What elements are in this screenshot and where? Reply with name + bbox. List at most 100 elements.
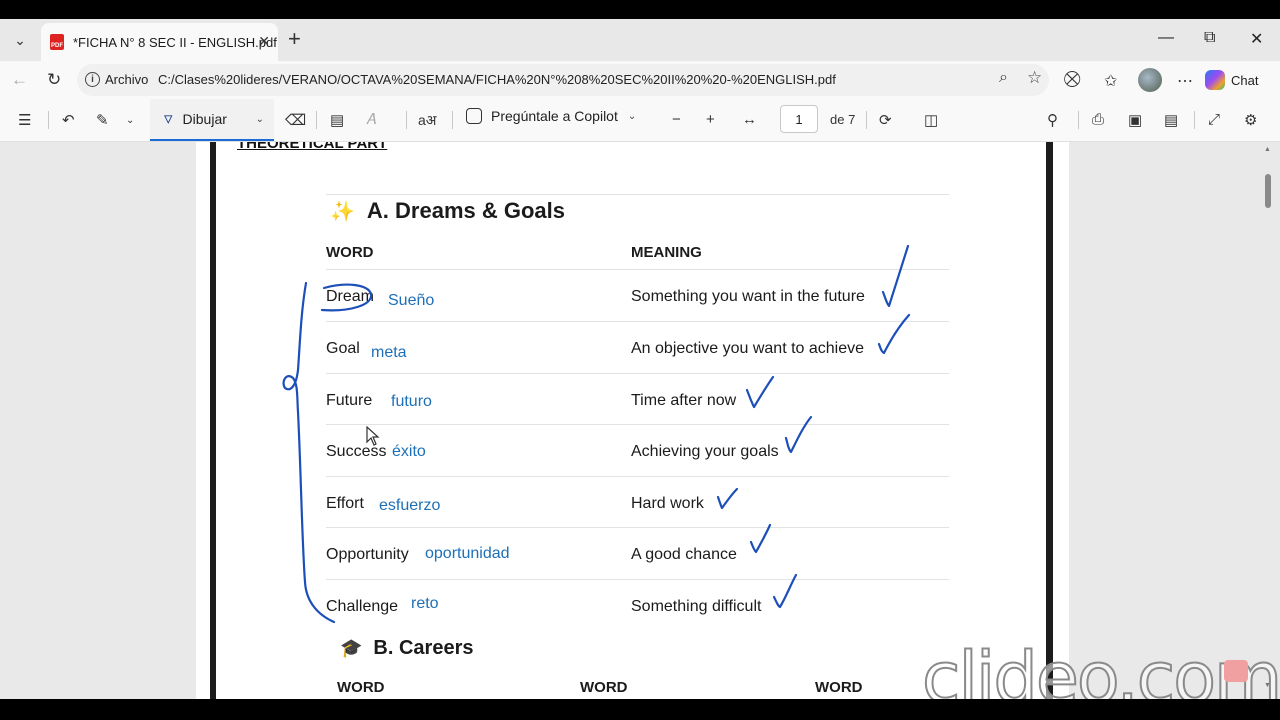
divider [866,111,867,129]
text-box-icon[interactable]: ▤ [330,111,344,129]
text-format-icon[interactable]: 𝐴 [366,111,376,128]
copilot-chat-button[interactable]: Chat [1205,66,1258,94]
mouse-cursor-icon [366,426,380,446]
zoom-icon[interactable]: ⌕ [999,69,1008,87]
tab-title: *FICHA N° 8 SEC II - ENGLISH.pdf [73,34,277,50]
row-meaning: Hard work [631,495,704,512]
close-window-icon[interactable]: ✕ [1250,29,1263,49]
tab-actions-chevron-icon[interactable]: ⌄ [6,26,34,54]
fullscreen-icon[interactable]: ⤢ [1208,111,1220,128]
divider [326,321,949,322]
vertical-scrollbar[interactable]: ▲ ▼ [1262,142,1274,699]
scrollbar-thumb[interactable] [1265,174,1271,208]
highlight-icon[interactable]: ✎ [96,111,109,129]
draw-button[interactable]: ▿ Dibujar ⌄ [150,99,274,141]
scroll-down-icon[interactable]: ▼ [1264,682,1271,689]
address-bar: ← ↻ i Archivo C:/Clases%20lideres/VERANO… [0,61,1280,99]
copilot-chevron-icon[interactable]: ⌄ [628,111,636,122]
restore-icon[interactable]: ⧉ [1204,29,1215,47]
row-meaning: Time after now [631,392,737,409]
pdf-icon: PDF [50,34,64,50]
zoom-in-icon[interactable]: + [706,111,715,128]
extensions-icon[interactable]: ⛒ [1064,71,1080,89]
tab-active[interactable]: PDF *FICHA N° 8 SEC II - ENGLISH.pdf ✕ [41,23,278,61]
new-tab-icon[interactable]: + [288,28,301,50]
profile-avatar[interactable] [1138,68,1162,92]
row-word: Opportunity [326,546,409,563]
fit-width-icon[interactable]: ↔ [742,111,757,128]
column-header-word: WORD [337,679,385,696]
row-meaning: A good chance [631,546,737,563]
pdf-toolbar: ☰ ↶ ✎ ⌄ ▿ Dibujar ⌄ ⌫ ▤ 𝐴 aअ Pregúntale … [0,99,1280,142]
print-icon[interactable]: ⎙ [1092,111,1104,128]
eraser-icon[interactable]: ⌫ [285,111,306,129]
page-count: de 7 [830,112,856,127]
back-icon[interactable]: ← [11,70,28,90]
divider [452,111,453,129]
divider [326,424,949,425]
row-word: Challenge [326,598,399,615]
divider [406,111,407,129]
divider [326,373,949,374]
divider [326,476,949,477]
column-header-meaning: MEANING [631,244,702,261]
divider [1078,111,1079,129]
refresh-icon[interactable]: ↻ [47,70,61,90]
draw-chevron-icon[interactable]: ⌄ [256,114,264,125]
ask-copilot-button[interactable]: Pregúntale a Copilot ⌄ [466,108,636,124]
translate-icon[interactable]: aअ [418,111,436,130]
draw-label: Dibujar [182,111,227,127]
chat-label: Chat [1231,72,1259,88]
ask-copilot-label: Pregúntale a Copilot [491,108,618,124]
contents-list-icon[interactable]: ☰ [18,111,31,129]
tab-strip: ⌄ PDF *FICHA N° 8 SEC II - ENGLISH.pdf ✕… [0,19,1280,61]
row-translation: oportunidad [425,545,510,562]
sparkles-icon: ✨ [330,200,355,223]
divider [326,194,949,195]
copilot-icon [1205,70,1225,90]
omnibox[interactable]: i Archivo C:/Clases%20lideres/VERANO/OCT… [77,64,1049,96]
section-a-title: A. Dreams & Goals [366,198,565,223]
section-b-title: B. Careers [373,637,474,659]
url-text[interactable]: C:/Clases%20lideres/VERANO/OCTAVA%20SEMA… [158,72,836,87]
column-header-word: WORD [580,679,628,696]
favorites-icon[interactable]: ✩ [1104,71,1117,91]
scroll-up-icon[interactable]: ▲ [1264,146,1271,153]
more-menu-icon[interactable]: ⋯ [1177,71,1193,91]
close-tab-icon[interactable]: ✕ [258,33,270,50]
page-view-icon[interactable]: ◫ [924,111,938,129]
highlight-chevron-icon[interactable]: ⌄ [126,115,134,126]
row-word: Dream [326,288,375,305]
zoom-out-icon[interactable]: − [672,111,681,128]
row-translation: reto [411,595,439,612]
undo-icon[interactable]: ↶ [62,111,75,129]
row-meaning: Something difficult [631,598,762,615]
search-icon[interactable]: ⚲ [1047,111,1058,129]
row-translation: futuro [391,393,432,410]
row-translation: esfuerzo [379,497,441,514]
divider [48,111,49,129]
row-word: Future [326,392,373,409]
save-as-icon[interactable]: ▤ [1164,111,1178,129]
save-icon[interactable]: ▣ [1128,111,1142,129]
graduation-cap-icon: 🎓 [340,638,363,658]
row-translation: meta [371,344,407,361]
divider [316,111,317,129]
page-content: THEORETICAL PART ✨ A. Dreams & Goals WOR… [0,142,1280,699]
row-meaning: Achieving your goals [631,443,779,460]
pdf-viewer[interactable]: THEORETICAL PART ✨ A. Dreams & Goals WOR… [0,142,1280,699]
favorite-star-icon[interactable]: ☆ [1027,68,1042,88]
settings-gear-icon[interactable]: ⚙ [1244,111,1257,129]
divider [1194,111,1195,129]
section-a-heading: ✨ A. Dreams & Goals [330,198,565,224]
rotate-icon[interactable]: ⟳ [879,111,892,129]
column-header-word: WORD [815,679,863,696]
watermark-badge [1224,660,1248,682]
minimize-icon[interactable]: — [1158,29,1174,47]
column-header-word: WORD [326,244,374,261]
pen-icon: ▿ [164,109,173,128]
section-b-heading: 🎓 B. Careers [340,637,473,660]
page-number-input[interactable]: 1 [780,105,818,133]
info-icon[interactable]: i [85,72,100,87]
row-meaning: Something you want in the future [631,288,865,305]
